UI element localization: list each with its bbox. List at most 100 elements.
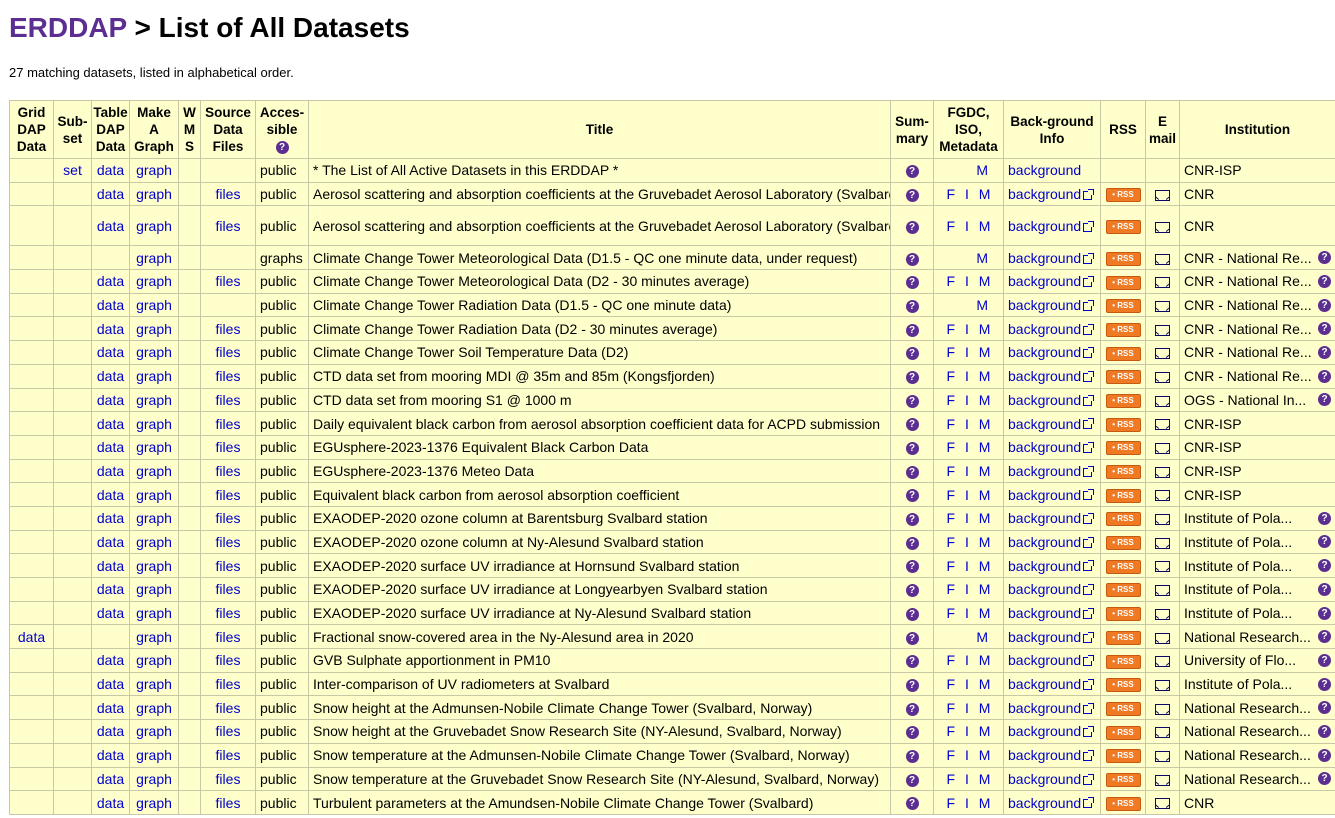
rss-icon[interactable]: • RSS (1105, 465, 1141, 480)
metadata-link[interactable]: M (979, 700, 991, 716)
files-link[interactable]: files (216, 392, 241, 408)
metadata-link[interactable]: M (979, 321, 991, 337)
rss-icon[interactable]: • RSS (1105, 630, 1141, 645)
email-icon[interactable] (1155, 371, 1170, 383)
summary-help-icon[interactable]: ? (905, 607, 919, 621)
background-link[interactable]: background (1008, 534, 1081, 550)
background-link[interactable]: background (1008, 676, 1081, 692)
make-graph-link[interactable]: graph (136, 723, 172, 739)
files-link[interactable]: files (216, 186, 241, 202)
email-icon[interactable] (1155, 253, 1170, 265)
institution-help-icon[interactable]: ? (1318, 748, 1331, 762)
metadata-link[interactable]: M (976, 297, 988, 313)
tabledap-link[interactable]: data (97, 581, 124, 597)
iso-link[interactable]: I (965, 510, 969, 526)
tabledap-link[interactable]: data (97, 416, 124, 432)
make-graph-link[interactable]: graph (136, 534, 172, 550)
metadata-link[interactable]: M (979, 368, 991, 384)
email-icon[interactable] (1155, 348, 1170, 360)
background-link[interactable]: background (1008, 344, 1081, 360)
summary-help-icon[interactable]: ? (905, 394, 919, 408)
iso-link[interactable]: I (965, 487, 969, 503)
summary-help-icon[interactable]: ? (905, 513, 919, 527)
make-graph-link[interactable]: graph (136, 250, 172, 266)
summary-help-icon[interactable]: ? (905, 726, 919, 740)
institution-help-icon[interactable]: ? (1318, 511, 1331, 525)
iso-link[interactable]: I (965, 439, 969, 455)
institution-help-icon[interactable]: ? (1318, 606, 1331, 620)
email-icon[interactable] (1155, 537, 1170, 549)
metadata-link[interactable]: M (979, 510, 991, 526)
rss-icon[interactable]: • RSS (1105, 583, 1141, 598)
metadata-link[interactable]: M (979, 439, 991, 455)
metadata-link[interactable]: M (979, 416, 991, 432)
background-link[interactable]: background (1008, 700, 1081, 716)
institution-help-icon[interactable]: ? (1318, 274, 1331, 288)
institution-help-icon[interactable]: ? (1318, 630, 1331, 644)
files-link[interactable]: files (216, 676, 241, 692)
institution-help-icon[interactable]: ? (1318, 345, 1331, 359)
files-link[interactable]: files (216, 652, 241, 668)
summary-help-icon[interactable]: ? (905, 188, 919, 202)
institution-help-icon[interactable]: ? (1318, 582, 1331, 596)
make-graph-link[interactable]: graph (136, 605, 172, 621)
rss-icon[interactable]: • RSS (1105, 725, 1141, 740)
fgdc-link[interactable]: F (947, 416, 956, 432)
rss-icon[interactable]: • RSS (1105, 559, 1141, 574)
institution-help-icon[interactable]: ? (1318, 772, 1331, 786)
background-link[interactable]: background (1008, 605, 1081, 621)
iso-link[interactable]: I (965, 534, 969, 550)
make-graph-link[interactable]: graph (136, 558, 172, 574)
summary-help-icon[interactable]: ? (905, 631, 919, 645)
background-link[interactable]: background (1008, 771, 1081, 787)
metadata-link[interactable]: M (979, 747, 991, 763)
institution-help-icon[interactable]: ? (1318, 677, 1331, 691)
iso-link[interactable]: I (965, 273, 969, 289)
make-graph-link[interactable]: graph (136, 581, 172, 597)
background-link[interactable]: background (1008, 723, 1081, 739)
make-graph-link[interactable]: graph (136, 416, 172, 432)
fgdc-link[interactable]: F (947, 795, 956, 811)
fgdc-link[interactable]: F (947, 392, 956, 408)
rss-icon[interactable]: • RSS (1105, 393, 1141, 408)
tabledap-link[interactable]: data (97, 218, 124, 234)
background-link[interactable]: background (1008, 392, 1081, 408)
rss-icon[interactable]: • RSS (1105, 607, 1141, 622)
summary-help-icon[interactable]: ? (905, 220, 919, 234)
email-icon[interactable] (1155, 395, 1170, 407)
rss-icon[interactable]: • RSS (1105, 417, 1141, 432)
subset-link[interactable]: set (63, 162, 82, 178)
iso-link[interactable]: I (965, 771, 969, 787)
tabledap-link[interactable]: data (97, 273, 124, 289)
background-link[interactable]: background (1008, 416, 1081, 432)
email-icon[interactable] (1155, 221, 1170, 233)
fgdc-link[interactable]: F (947, 487, 956, 503)
summary-help-icon[interactable]: ? (905, 252, 919, 266)
files-link[interactable]: files (216, 605, 241, 621)
files-link[interactable]: files (216, 629, 241, 645)
iso-link[interactable]: I (965, 795, 969, 811)
email-icon[interactable] (1155, 703, 1170, 715)
iso-link[interactable]: I (965, 723, 969, 739)
rss-icon[interactable]: • RSS (1105, 188, 1141, 203)
files-link[interactable]: files (216, 534, 241, 550)
summary-help-icon[interactable]: ? (905, 323, 919, 337)
fgdc-link[interactable]: F (947, 747, 956, 763)
fgdc-link[interactable]: F (947, 463, 956, 479)
background-link[interactable]: background (1008, 321, 1081, 337)
fgdc-link[interactable]: F (947, 652, 956, 668)
fgdc-link[interactable]: F (947, 344, 956, 360)
rss-icon[interactable]: • RSS (1105, 441, 1141, 456)
make-graph-link[interactable]: graph (136, 510, 172, 526)
rss-icon[interactable]: • RSS (1105, 796, 1141, 811)
files-link[interactable]: files (216, 581, 241, 597)
background-link[interactable]: background (1008, 162, 1081, 178)
files-link[interactable]: files (216, 368, 241, 384)
summary-help-icon[interactable]: ? (905, 370, 919, 384)
institution-help-icon[interactable]: ? (1318, 393, 1331, 407)
tabledap-link[interactable]: data (97, 297, 124, 313)
rss-icon[interactable]: • RSS (1105, 772, 1141, 787)
tabledap-link[interactable]: data (97, 795, 124, 811)
institution-help-icon[interactable]: ? (1318, 251, 1331, 265)
summary-help-icon[interactable]: ? (905, 465, 919, 479)
